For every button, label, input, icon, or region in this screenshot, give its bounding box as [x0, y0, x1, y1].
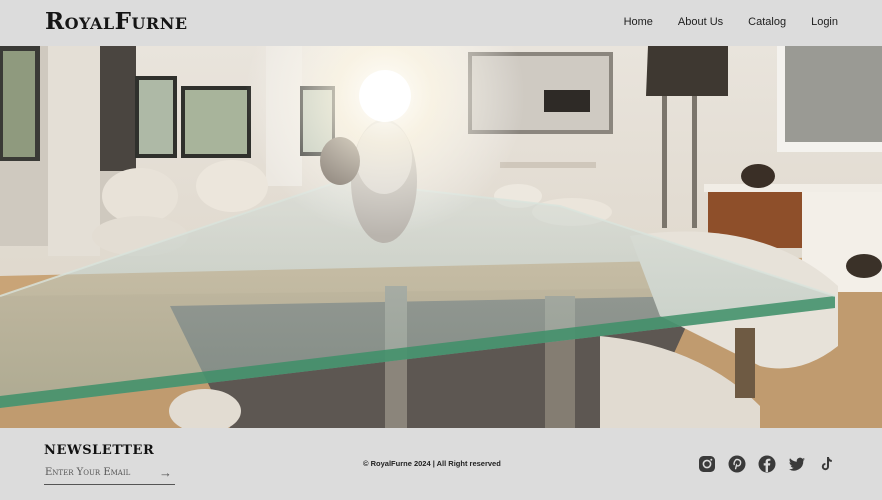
social-links	[697, 454, 836, 473]
instagram-icon[interactable]	[697, 454, 716, 473]
newsletter-title: NEWSLETTER	[44, 443, 155, 458]
nav-login-link[interactable]: Login	[811, 16, 838, 28]
hero-image	[0, 46, 882, 428]
nav-catalog-link[interactable]: Catalog	[748, 16, 786, 28]
copyright-text: © RoyalFurne 2024 | All Right reserved	[363, 459, 501, 468]
nav-about-link[interactable]: About Us	[678, 16, 723, 28]
facebook-icon[interactable]	[757, 454, 776, 473]
dining-room-photo	[0, 46, 882, 428]
nav-home-link[interactable]: Home	[624, 16, 653, 28]
twitter-icon[interactable]	[787, 454, 806, 473]
site-footer: NEWSLETTER → © RoyalFurne 2024 | All Rig…	[0, 428, 882, 500]
main-nav: Home About Us Catalog Login	[624, 16, 838, 28]
newsletter-form: →	[44, 461, 175, 485]
pinterest-icon[interactable]	[727, 454, 746, 473]
arrow-right-icon[interactable]: →	[159, 465, 172, 480]
site-header: RoyalFurne Home About Us Catalog Login	[0, 0, 882, 46]
brand-logo[interactable]: RoyalFurne	[45, 8, 188, 35]
tiktok-icon[interactable]	[817, 454, 836, 473]
newsletter-email-input[interactable]	[44, 467, 154, 478]
